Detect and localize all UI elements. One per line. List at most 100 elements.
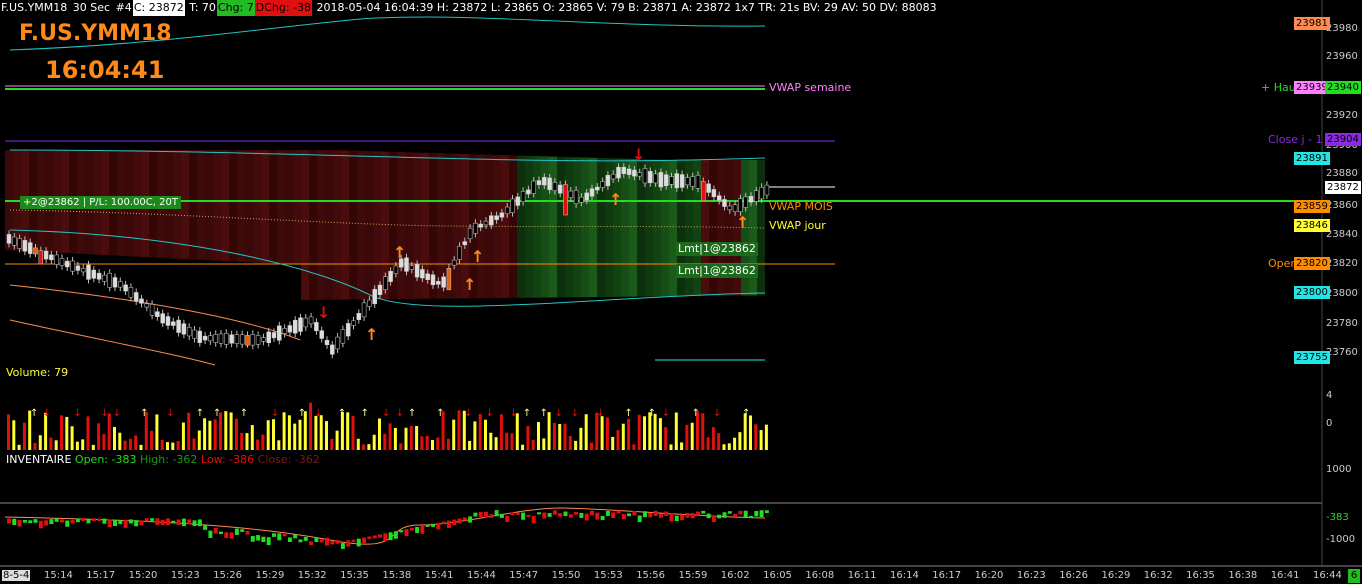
volume-bar (118, 432, 122, 450)
volume-bar (621, 423, 625, 450)
volume-bar (75, 441, 79, 450)
order-label-1[interactable]: Lmt|1@23862 (676, 242, 758, 256)
price-label-23891: 23891 (1294, 152, 1330, 165)
volume-bar (245, 433, 249, 450)
volume-bar (584, 414, 588, 450)
inventory-candle (749, 515, 753, 519)
candle-body (107, 272, 112, 288)
inventory-candle (378, 534, 382, 538)
inventory-candle (722, 512, 727, 518)
volume-bar (415, 425, 419, 450)
inventory-candle (563, 511, 568, 517)
zone-bar (341, 150, 349, 300)
time-tick: 16:20 (974, 570, 1004, 581)
inventory-candle (234, 528, 239, 536)
volume-axis-tick: 1000 (1326, 464, 1352, 475)
candle-body (701, 181, 706, 201)
volume-bar (494, 437, 498, 450)
candle-body (520, 191, 526, 202)
candle-body (589, 188, 595, 197)
inventory-candle (680, 514, 685, 521)
volume-bar (489, 432, 493, 450)
inventory-candle (579, 512, 584, 518)
inventory-candle (664, 511, 669, 516)
zone-bar (229, 150, 237, 262)
price-tick: 23880 (1326, 168, 1358, 179)
price-label-23820: 23820 (1294, 257, 1330, 270)
candle-body (361, 302, 367, 318)
candle-body (319, 330, 324, 339)
inventory-candle (521, 512, 526, 520)
candle-body (436, 281, 441, 285)
candle-body (229, 334, 234, 344)
volume-bar (764, 424, 768, 450)
volume-bar (680, 442, 684, 450)
haut-tag: + Hau (1261, 81, 1296, 94)
inventory-candle (446, 520, 451, 529)
volume-bar (568, 435, 572, 450)
zone-bar (757, 160, 765, 296)
candle-body (43, 250, 49, 260)
candle-body (451, 259, 457, 266)
buy-arrow-icon: ↑ (393, 243, 406, 262)
vol-down-arrow-icon: ↓ (509, 408, 517, 419)
zone-bar (557, 156, 565, 298)
volume-bar (287, 415, 291, 450)
candle-body (17, 238, 22, 249)
inventory-close: Close: -362 (257, 453, 320, 466)
trading-chart[interactable]: ↑↑↑↑↑↑↓↓ ↑ ↓ ↓ ↓ ↓ ↑ ↓ ↑ ↑ ↑ ↓ ↑ ↓ ↑ ↑ ↓ ↓ ↑ ↑ ↓ ↓ ↓ ↑ ↑ ↓ ↓ ↓ ↑ ↑ ↓ ↑… (0, 0, 1362, 584)
candle-body (510, 198, 515, 213)
inventory-candle (727, 511, 732, 514)
candle-body (351, 320, 356, 326)
inventory-candle (229, 532, 234, 539)
vol-up-arrow-icon: ↑ (240, 408, 248, 419)
inventory-candle (473, 512, 478, 517)
volume-bar (330, 438, 334, 450)
volume-layer: ↑ ↓ ↓ ↓ ↓ ↑ ↓ ↑ ↑ ↑ ↓ ↑ ↓ ↑ ↑ ↓ ↓ ↑ ↑ ↓ ↓ ↓ ↑ ↑ ↓ ↓ ↓ ↑ ↑ ↓ ↑ ↓ ↑ (7, 402, 768, 450)
volume-bar (484, 419, 487, 450)
inventory-candle (701, 510, 706, 514)
price-label-23904: 23904 (1325, 133, 1361, 146)
volume-bar (457, 410, 461, 450)
inventory-candle (123, 519, 128, 528)
time-tick: 15:41 (424, 570, 454, 581)
order-label-2[interactable]: Lmt|1@23862 (676, 264, 758, 278)
volume-bar (547, 412, 551, 450)
vol-down-arrow-icon: ↓ (73, 408, 81, 419)
price-tick: 23800 (1326, 288, 1358, 299)
vwap-mois-tag: VWAP MOIS (769, 200, 833, 213)
volume-bar (611, 436, 615, 450)
volume-bar (499, 414, 503, 450)
inventory-candle (733, 513, 738, 517)
inventory-candle (441, 521, 446, 524)
volume-bar (60, 415, 63, 450)
volume-bar (266, 420, 270, 450)
candle-body (314, 322, 319, 332)
inventory-candle (674, 515, 679, 522)
inventory-candle (219, 531, 223, 535)
candle-body (473, 222, 478, 234)
volume-bar (579, 427, 583, 450)
volume-label: Volume: 79 (6, 366, 69, 379)
inventory-candle (319, 539, 324, 543)
inventory-candle (415, 526, 420, 533)
inventory-candle (499, 513, 504, 518)
position-label[interactable]: +2@23862 | P/L: 100.00C, 20T (20, 196, 181, 209)
candle-body (764, 184, 770, 196)
volume-bar (722, 444, 726, 450)
volume-bar (325, 421, 328, 450)
candle-body (176, 319, 181, 333)
inventory-candle (325, 537, 329, 546)
time-tick: 15:47 (509, 570, 539, 581)
time-tick: 16:26 (1059, 570, 1089, 581)
inventory-axis-current: -383 (1326, 512, 1349, 523)
time-tick: 15:50 (551, 570, 581, 581)
time-tick: 15:17 (86, 570, 116, 581)
inventory-candle (764, 510, 769, 514)
volume-bar (690, 422, 694, 450)
candle-body (345, 323, 351, 337)
inventory-candle (75, 518, 80, 523)
candle-body (542, 177, 547, 186)
candle-body (695, 175, 701, 189)
volume-axis-tick: 0 (1326, 418, 1333, 429)
